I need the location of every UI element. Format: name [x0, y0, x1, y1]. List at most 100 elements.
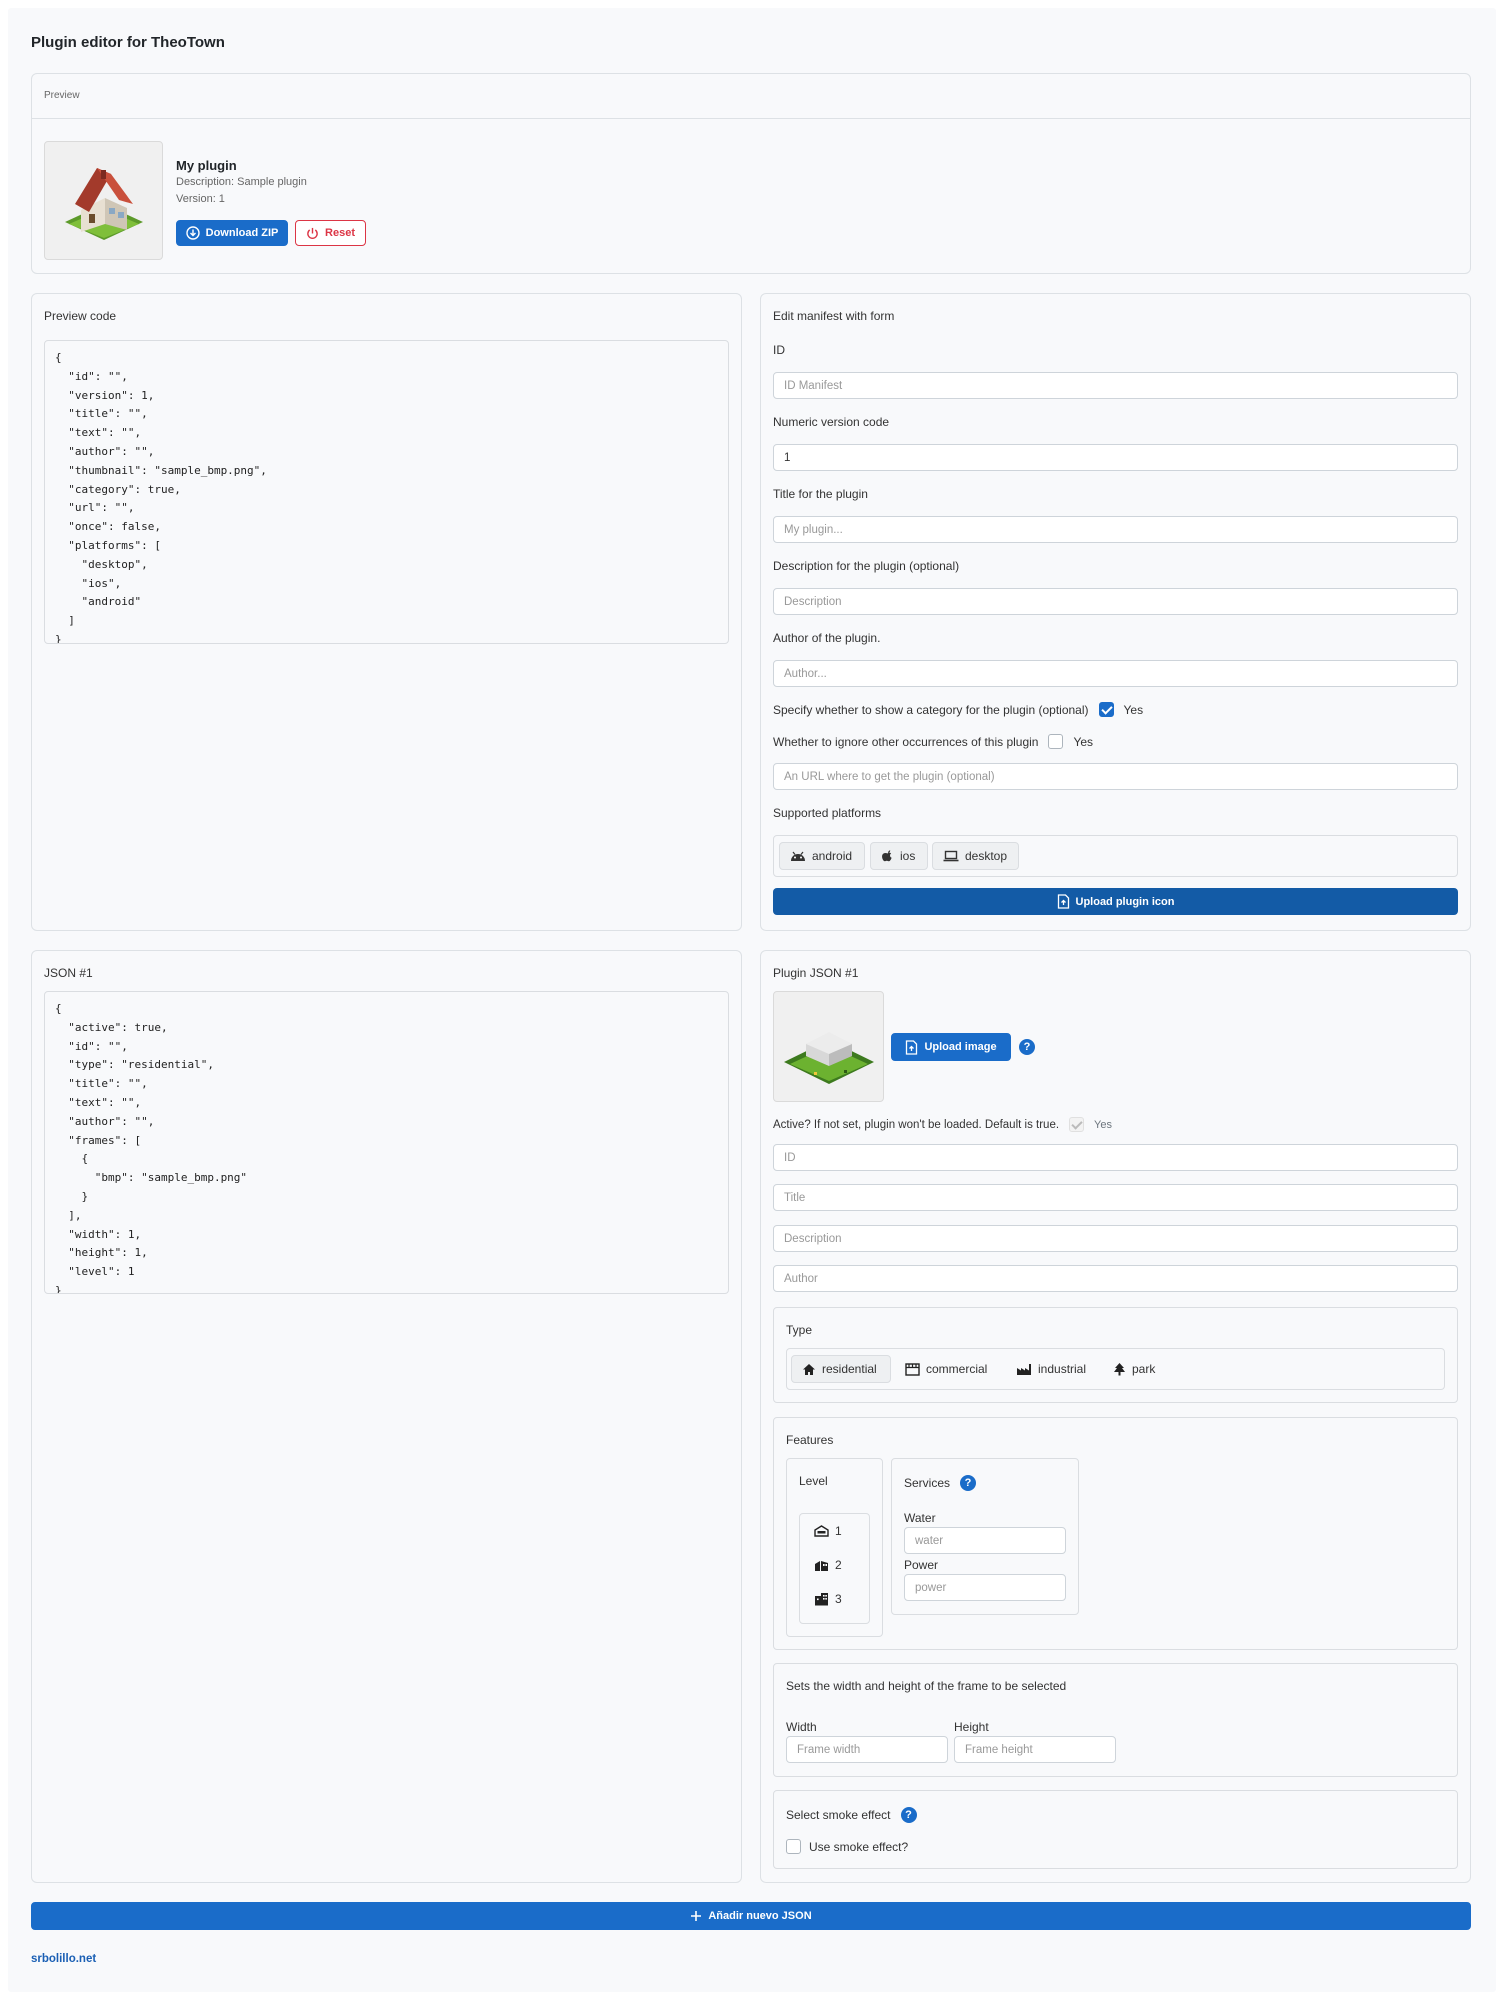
reset-button[interactable]: Reset [295, 220, 366, 246]
level-3-label: 3 [835, 1592, 842, 1606]
manifest-form-card: Edit manifest with form ID ID Manifest N… [760, 293, 1471, 931]
smoke-label: Select smoke effect [786, 1808, 891, 1822]
plugin-title: My plugin [176, 158, 237, 173]
plugin-version: Version: 1 [176, 193, 225, 205]
plugin-json-card: Plugin JSON #1 Upload image ? Active? If… [760, 950, 1471, 1883]
plugin-description: Description: Sample plugin [176, 176, 307, 188]
manifest-form-heading: Edit manifest with form [773, 309, 895, 323]
upload-plugin-icon-button[interactable]: Upload plugin icon [773, 888, 1458, 915]
file-upload-icon [906, 1039, 918, 1055]
frame-width-input[interactable]: Frame width [786, 1736, 948, 1763]
android-icon [791, 851, 805, 861]
features-label: Features [786, 1433, 834, 1447]
category-checkbox[interactable] [1098, 702, 1114, 717]
once-row: Whether to ignore other occurrences of t… [773, 734, 1093, 749]
author-input[interactable]: Author... [773, 660, 1458, 687]
type-industrial-toggle[interactable]: industrial [1016, 1355, 1086, 1383]
type-residential-toggle[interactable]: residential [791, 1355, 891, 1383]
frame-height-input[interactable]: Frame height [954, 1736, 1116, 1763]
building-block-icon [784, 1032, 874, 1084]
url-input[interactable]: An URL where to get the plugin (optional… [773, 763, 1458, 790]
upload-help-icon[interactable]: ? [1019, 1039, 1035, 1055]
shop-icon [905, 1362, 920, 1376]
once-label: Whether to ignore other occurrences of t… [773, 734, 1039, 749]
active-checkbox[interactable] [1069, 1117, 1085, 1132]
plugin-json-heading: Plugin JSON #1 [773, 966, 859, 980]
platforms-group: android ios desktop [773, 835, 1458, 877]
smoke-checkbox-label: Use smoke effect? [809, 1839, 909, 1854]
water-input[interactable]: water [904, 1527, 1066, 1554]
active-yes-label: Yes [1094, 1118, 1112, 1131]
json-author-input[interactable]: Author [773, 1265, 1458, 1292]
upload-plugin-icon-label: Upload plugin icon [1075, 895, 1175, 908]
home-icon [803, 1363, 815, 1375]
type-commercial-toggle[interactable]: commercial [905, 1355, 987, 1383]
json-title-input[interactable]: Title [773, 1184, 1458, 1211]
title-label: Title for the plugin [773, 487, 868, 501]
level-1-option[interactable]: 1 [814, 1517, 842, 1545]
upload-image-button[interactable]: Upload image [891, 1033, 1011, 1061]
type-label: Type [786, 1323, 813, 1337]
level-2-label: 2 [835, 1558, 842, 1572]
smoke-row: Select smoke effect ? [786, 1807, 917, 1823]
platform-ios-toggle[interactable]: ios [870, 842, 928, 870]
app-title: Plugin editor for TheoTown [31, 34, 225, 51]
type-group: Type residential commercial industrial p… [773, 1307, 1458, 1403]
type-park-toggle[interactable]: park [1113, 1355, 1155, 1383]
tall-building-icon [815, 1593, 828, 1606]
type-residential-label: residential [822, 1362, 877, 1376]
laptop-icon [943, 850, 959, 862]
add-json-button[interactable]: Añadir nuevo JSON [31, 1902, 1471, 1930]
preview-header: Preview [32, 74, 1470, 119]
download-icon [185, 226, 200, 240]
level-1-label: 1 [835, 1524, 842, 1538]
file-upload-icon [1057, 894, 1069, 909]
frame-size-group: Sets the width and height of the frame t… [773, 1663, 1458, 1777]
smoke-checkbox[interactable] [786, 1839, 801, 1854]
once-checkbox[interactable] [1048, 734, 1064, 749]
category-label: Specify whether to show a category for t… [773, 702, 1089, 717]
footer-link[interactable]: srbolillo.net [31, 1953, 96, 1965]
services-row: Services ? [904, 1475, 977, 1491]
version-input[interactable]: 1 [773, 444, 1458, 471]
json1-card: JSON #1 { "active": true, "id": "", "typ… [31, 950, 742, 1883]
platforms-label: Supported platforms [773, 806, 882, 820]
width-label: Width [786, 1720, 817, 1734]
level-3-option[interactable]: 3 [814, 1585, 842, 1613]
download-zip-label: Download ZIP [205, 227, 279, 239]
power-label: Power [904, 1558, 939, 1572]
platform-android-toggle[interactable]: android [779, 842, 865, 870]
level-group: Level 1 2 3 [786, 1458, 883, 1637]
category-yes-label: Yes [1123, 702, 1144, 717]
plus-icon [691, 1911, 702, 1921]
tree-icon [1114, 1363, 1125, 1376]
upload-image-label: Upload image [924, 1041, 997, 1053]
active-row: Active? If not set, plugin won't be load… [773, 1117, 1112, 1132]
plugin-frame-image [773, 991, 884, 1102]
level-2-option[interactable]: 2 [814, 1551, 842, 1579]
services-label: Services [904, 1476, 951, 1490]
services-help-icon[interactable]: ? [960, 1475, 977, 1491]
preview-code-card: Preview code { "id": "", "version": 1, "… [31, 293, 742, 931]
smoke-help-icon[interactable]: ? [900, 1807, 917, 1823]
title-input[interactable]: My plugin... [773, 516, 1458, 543]
frame-size-label: Sets the width and height of the frame t… [786, 1679, 1067, 1693]
platform-android-label: android [812, 849, 853, 863]
power-input[interactable]: power [904, 1574, 1066, 1601]
json-description-input[interactable]: Description [773, 1225, 1458, 1252]
platform-desktop-label: desktop [965, 849, 1008, 863]
smoke-group: Select smoke effect ? Use smoke effect? [773, 1790, 1458, 1869]
platform-ios-label: ios [900, 849, 916, 863]
description-input[interactable]: Description [773, 588, 1458, 615]
manifest-id-input[interactable]: ID Manifest [773, 372, 1458, 399]
services-group: Services ? Water water Power power [891, 1458, 1079, 1615]
small-building-icon [814, 1525, 829, 1537]
download-zip-button[interactable]: Download ZIP [176, 220, 288, 246]
platform-desktop-toggle[interactable]: desktop [932, 842, 1019, 870]
json-id-input[interactable]: ID [773, 1144, 1458, 1171]
power-icon [307, 227, 318, 239]
level-label: Level [799, 1474, 828, 1488]
type-commercial-label: commercial [926, 1362, 988, 1376]
json1-code-block: { "active": true, "id": "", "type": "res… [44, 991, 729, 1294]
type-industrial-label: industrial [1038, 1362, 1087, 1376]
